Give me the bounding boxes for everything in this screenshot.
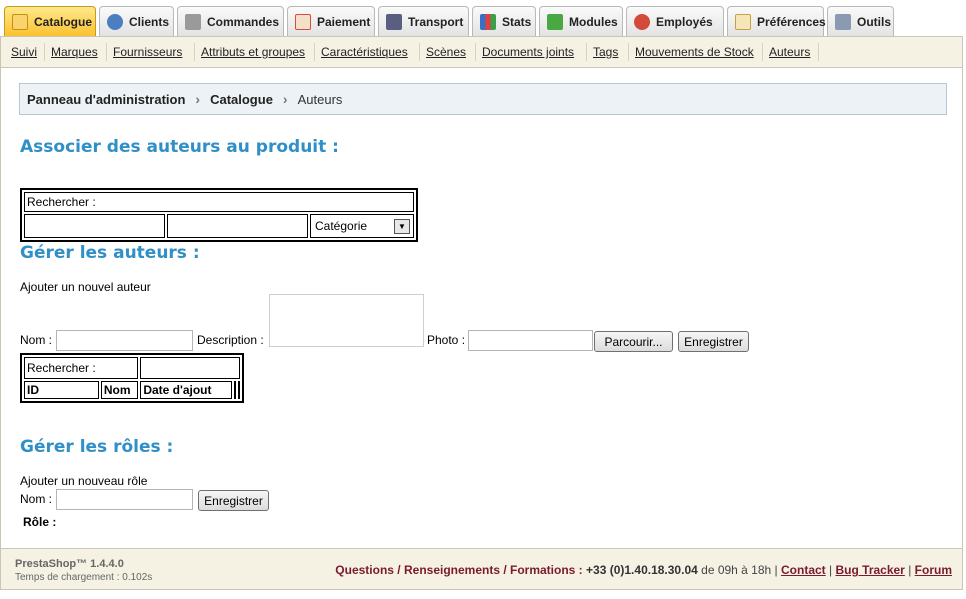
subnav-auteurs[interactable]: Auteurs: [769, 45, 810, 59]
subnav-scenes[interactable]: Scènes: [426, 45, 466, 59]
clients-icon: [107, 13, 123, 30]
tab-label: Commandes: [207, 14, 280, 29]
authors-search-input[interactable]: [140, 357, 240, 379]
subnav-caracteristiques[interactable]: Caractéristiques: [321, 45, 408, 59]
breadcrumb: Panneau d'administration › Catalogue › A…: [19, 83, 947, 115]
subnav-tags[interactable]: Tags: [593, 45, 618, 59]
tools-icon: [835, 13, 851, 30]
tab-label: Outils: [857, 14, 892, 29]
tab-commandes[interactable]: Commandes: [177, 6, 284, 36]
footer-phone: +33 (0)1.40.18.30.04: [586, 563, 698, 577]
browse-button[interactable]: Parcourir...: [594, 331, 673, 352]
catalogue-icon: [12, 14, 28, 30]
manage-roles-title: Gérer les rôles :: [20, 437, 174, 457]
tab-stats[interactable]: Stats: [472, 6, 536, 36]
payment-icon: [295, 13, 311, 30]
associate-search-label: Rechercher :: [24, 192, 414, 212]
breadcrumb-root[interactable]: Panneau d'administration: [27, 92, 185, 107]
employee-icon: [634, 13, 650, 30]
tab-modules[interactable]: Modules: [539, 6, 623, 36]
breadcrumb-current: Auteurs: [297, 91, 343, 107]
column-header-empty: [233, 381, 236, 399]
subnav-attributs[interactable]: Attributs et groupes: [201, 45, 305, 59]
footer-hours: de 09h à 18h: [701, 563, 772, 577]
subnav-fournisseurs[interactable]: Fournisseurs: [113, 45, 182, 59]
author-photo-input[interactable]: [468, 330, 593, 351]
subnav-suivi[interactable]: Suivi: [11, 45, 37, 59]
column-header-empty: [237, 381, 240, 399]
bottom-strip: [0, 590, 966, 599]
category-select-value: Catégorie: [315, 219, 368, 233]
tab-label: Stats: [502, 14, 532, 29]
manage-authors-title: Gérer les auteurs :: [20, 243, 200, 263]
column-header-id: ID: [24, 381, 99, 399]
preferences-icon: [735, 13, 751, 30]
subnav-documents[interactable]: Documents joints: [482, 45, 574, 59]
tab-clients[interactable]: Clients: [99, 6, 174, 36]
footer-contact-link[interactable]: Contact: [781, 563, 826, 577]
footer-support: Questions / Renseignements / Formations …: [335, 563, 952, 577]
footer-questions: Questions / Renseignements / Formations …: [335, 563, 583, 577]
authors-search-label: Rechercher :: [24, 357, 139, 379]
footer: PrestaShop™ 1.4.4.0 Temps de chargement …: [0, 548, 963, 590]
footer-version: PrestaShop™ 1.4.4.0: [15, 558, 124, 570]
add-author-label: Ajouter un nouvel auteur: [20, 280, 151, 294]
role-name-label: Nom :: [20, 492, 53, 506]
tab-outils[interactable]: Outils: [827, 6, 894, 36]
footer-forum-link[interactable]: Forum: [915, 563, 952, 577]
save-author-button[interactable]: Enregistrer: [678, 331, 749, 352]
chart-icon: [480, 13, 496, 30]
tab-label: Modules: [569, 14, 618, 29]
subnav-mouvements[interactable]: Mouvements de Stock: [635, 45, 754, 59]
author-photo-label: Photo :: [427, 333, 466, 347]
author-description-textarea[interactable]: [269, 294, 424, 347]
tab-preferences[interactable]: Préférences: [727, 6, 826, 36]
sub-navigation: Suivi Marques Fournisseurs Attributs et …: [0, 36, 963, 68]
top-tabs: Catalogue Clients Commandes Paiement Tra…: [0, 0, 966, 37]
tab-label: Employés: [656, 14, 713, 29]
author-name-label: Nom :: [20, 333, 53, 347]
tab-label: Préférences: [757, 14, 826, 29]
footer-load-time: Temps de chargement : 0.102s: [15, 572, 153, 583]
tab-label: Clients: [129, 14, 170, 29]
tab-label: Catalogue: [34, 15, 93, 29]
associate-search-table: Rechercher : Catégorie ▼: [20, 188, 418, 242]
breadcrumb-section[interactable]: Catalogue: [210, 92, 273, 107]
dropdown-arrow-icon[interactable]: ▼: [394, 219, 410, 234]
truck-icon: [386, 13, 402, 30]
role-label: Rôle :: [23, 515, 57, 529]
cart-icon: [185, 13, 201, 30]
category-select[interactable]: Catégorie ▼: [310, 214, 414, 238]
tab-catalogue[interactable]: Catalogue: [4, 6, 96, 37]
associate-title: Associer des auteurs au produit :: [20, 137, 339, 157]
authors-table: Rechercher : ID Nom Date d'ajout: [20, 353, 244, 403]
tab-paiement[interactable]: Paiement: [287, 6, 375, 36]
author-name-input[interactable]: [56, 330, 193, 351]
role-name-input[interactable]: [56, 489, 193, 510]
tab-label: Transport: [408, 14, 464, 29]
puzzle-icon: [547, 13, 563, 30]
chevron-right-icon: ›: [195, 91, 201, 107]
subnav-marques[interactable]: Marques: [51, 45, 98, 59]
associate-search-input-1[interactable]: [24, 214, 165, 238]
add-role-label: Ajouter un nouveau rôle: [20, 474, 148, 488]
author-description-label: Description :: [197, 333, 264, 347]
associate-search-input-2[interactable]: [167, 214, 308, 238]
tab-transport[interactable]: Transport: [378, 6, 469, 36]
main-content: Panneau d'administration › Catalogue › A…: [0, 68, 963, 548]
footer-bug-tracker-link[interactable]: Bug Tracker: [835, 563, 904, 577]
tab-label: Paiement: [317, 14, 371, 29]
column-header-name: Nom: [100, 381, 139, 399]
chevron-right-icon: ›: [282, 91, 288, 107]
column-header-date: Date d'ajout: [140, 381, 232, 399]
save-role-button[interactable]: Enregistrer: [198, 490, 269, 511]
tab-employes[interactable]: Employés: [626, 6, 724, 36]
